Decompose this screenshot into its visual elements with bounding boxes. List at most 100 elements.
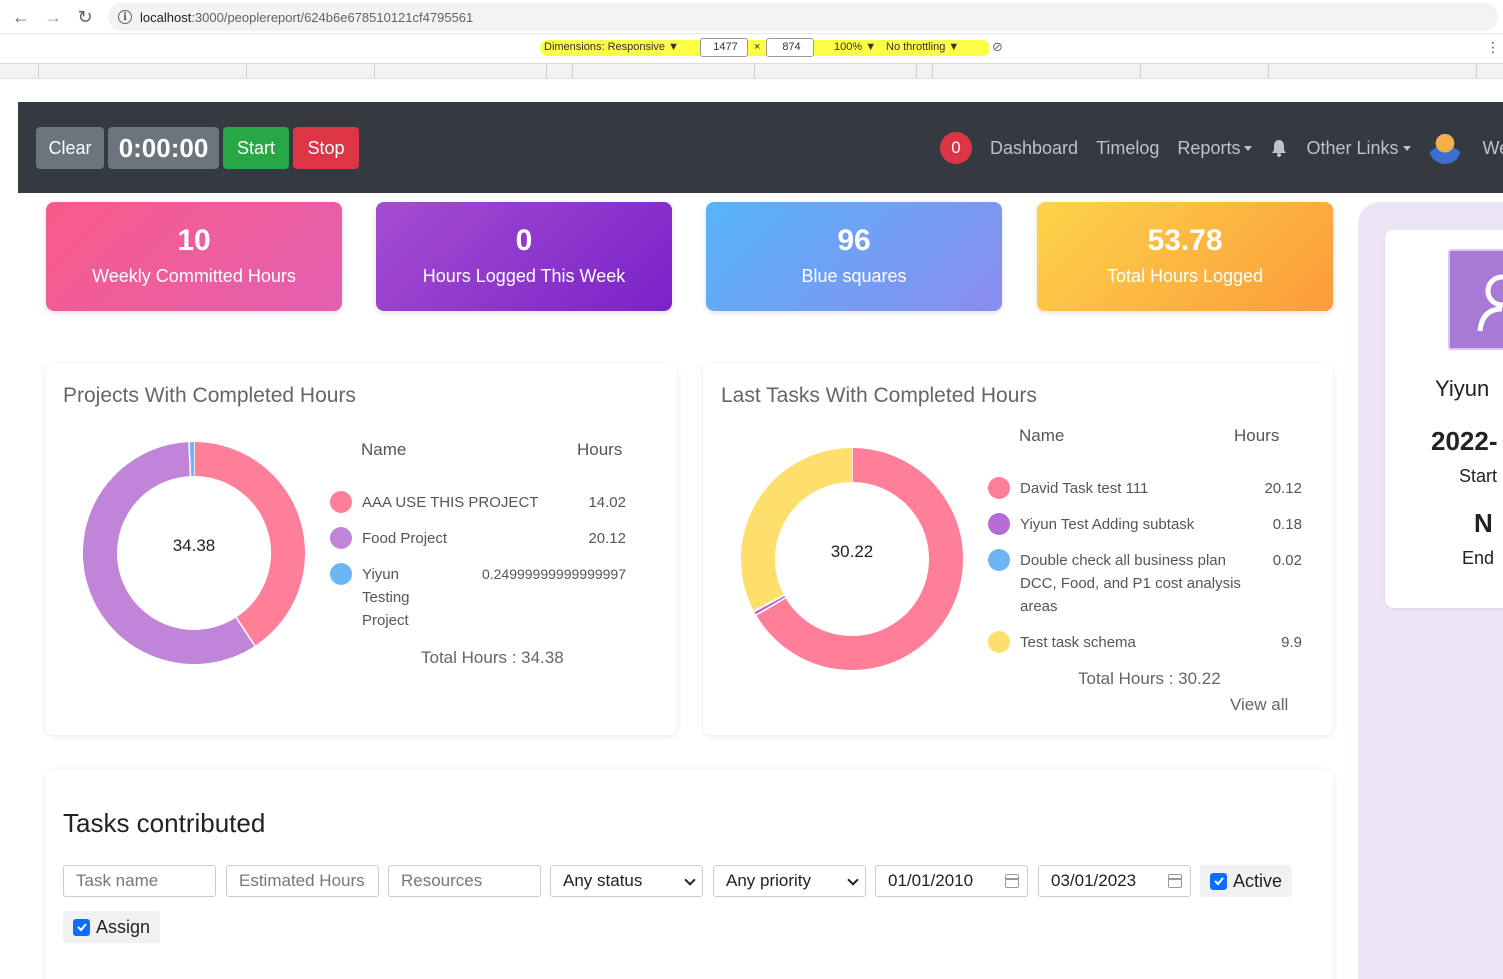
- height-input[interactable]: 874: [766, 38, 814, 57]
- to-date-value: 03/01/2023: [1051, 871, 1137, 890]
- legend-color-dot: [988, 631, 1010, 653]
- stop-button[interactable]: Stop: [293, 127, 359, 169]
- media-query-ruler[interactable]: [0, 63, 1503, 79]
- device-toolbar: Dimensions: Responsive ▼ 1477 × 874 100%…: [0, 36, 1503, 60]
- nav-welcome[interactable]: We: [1483, 138, 1503, 159]
- stat-label: Blue squares: [801, 266, 907, 286]
- end-label: End: [1462, 548, 1495, 568]
- checkbox-checked-icon[interactable]: [1210, 872, 1227, 890]
- clear-button[interactable]: Clear: [36, 127, 104, 169]
- legend-hours: 14.02: [588, 494, 626, 511]
- nav-links: 0 Dashboard Timelog Reports Other Links …: [940, 130, 1503, 166]
- reload-icon[interactable]: ↻: [70, 2, 100, 32]
- zoom-dropdown[interactable]: 100% ▼: [834, 41, 876, 53]
- assign-checkbox[interactable]: Assign: [63, 911, 161, 943]
- active-checkbox[interactable]: Active: [1200, 865, 1293, 897]
- nav-dashboard[interactable]: Dashboard: [990, 138, 1078, 159]
- donut-slice[interactable]: [741, 448, 853, 611]
- nav-other-links-label: Other Links: [1306, 137, 1399, 158]
- stat-hours-this-week: 0 Hours Logged This Week: [376, 202, 672, 311]
- projects-donut-center: 34.38: [172, 536, 216, 555]
- legend-color-dot: [988, 549, 1010, 571]
- legend-row: AAA USE THIS PROJECT 14.02: [330, 491, 626, 514]
- resources-input[interactable]: Resources: [388, 865, 541, 897]
- legend-row: Double check all business plan DCC, Food…: [988, 549, 1302, 618]
- legend-color-dot: [988, 477, 1010, 499]
- task-name-input[interactable]: Task name: [63, 865, 216, 897]
- estimated-hours-input[interactable]: Estimated Hours: [226, 865, 379, 897]
- to-date-input[interactable]: 03/01/2023: [1038, 865, 1191, 897]
- calendar-icon[interactable]: [1168, 874, 1182, 888]
- tasks-contributed-title: Tasks contributed: [63, 808, 266, 838]
- tasks-chart-card: Last Tasks With Completed Hours 30.22 Na…: [703, 364, 1333, 735]
- legend-row: Yiyun Testing Project 0.24999999999999997: [330, 563, 626, 632]
- legend-hours: 0.24999999999999997: [481, 566, 626, 582]
- legend-row: Test task schema 9.9: [988, 631, 1302, 654]
- stat-weekly-committed: 10 Weekly Committed Hours: [46, 202, 342, 311]
- nav-timelog[interactable]: Timelog: [1096, 138, 1159, 159]
- times-sign: ×: [754, 41, 761, 53]
- dimensions-dropdown[interactable]: Dimensions: Responsive ▼: [544, 41, 679, 53]
- legend-name: AAA USE THIS PROJECT: [362, 494, 539, 511]
- url-host: localhost: [140, 9, 192, 25]
- start-button[interactable]: Start: [223, 127, 289, 169]
- legend-color-dot: [330, 491, 352, 513]
- legend-hours: 20.12: [588, 530, 626, 547]
- avatar[interactable]: [1428, 132, 1461, 164]
- top-navbar: Clear 0:00:00 Start Stop 0 Dashboard Tim…: [18, 102, 1503, 193]
- legend-hours: 9.9: [1281, 634, 1302, 651]
- profile-photo: [1448, 249, 1503, 350]
- address-bar[interactable]: i localhost:3000/peoplereport/624b6e6785…: [108, 3, 1498, 31]
- status-select[interactable]: Any status: [550, 865, 703, 897]
- tasks-donut-center: 30.22: [830, 542, 874, 561]
- stat-value: 0: [515, 224, 533, 257]
- status-select-value: Any status: [563, 871, 643, 890]
- view-all-link[interactable]: View all: [1230, 695, 1288, 715]
- chevron-down-icon: [684, 874, 696, 886]
- width-input[interactable]: 1477: [700, 38, 748, 57]
- stat-label: Weekly Committed Hours: [92, 266, 296, 286]
- priority-select-value: Any priority: [726, 871, 812, 890]
- from-date-input[interactable]: 01/01/2010: [875, 865, 1028, 897]
- calendar-icon[interactable]: [1005, 874, 1019, 888]
- stat-label: Total Hours Logged: [1106, 266, 1264, 286]
- back-icon[interactable]: ←: [6, 2, 36, 32]
- rotate-icon[interactable]: ⊘: [992, 39, 1003, 55]
- tasks-contributed-card: Tasks contributed Task name Estimated Ho…: [45, 770, 1333, 979]
- legend-name: Test task schema: [1020, 634, 1136, 651]
- app-viewport: Clear 0:00:00 Start Stop 0 Dashboard Tim…: [18, 102, 1503, 979]
- active-label: Active: [1233, 870, 1283, 891]
- legend-name: David Task test 111: [1020, 480, 1149, 497]
- legend-name: Yiyun Test Adding subtask: [1020, 516, 1195, 533]
- forward-icon[interactable]: →: [38, 2, 68, 32]
- legend-header-name: Name: [361, 440, 407, 459]
- legend-header-name: Name: [1019, 426, 1065, 445]
- from-date-value: 01/01/2010: [888, 871, 974, 890]
- nav-other-links[interactable]: Other Links: [1306, 137, 1411, 159]
- priority-select[interactable]: Any priority: [713, 865, 866, 897]
- timer-display: 0:00:00: [108, 127, 219, 169]
- nav-reports[interactable]: Reports: [1177, 138, 1253, 159]
- stat-value: 10: [177, 224, 211, 257]
- throttling-dropdown[interactable]: No throttling ▼: [886, 41, 959, 53]
- legend-row: David Task test 111 20.12: [988, 477, 1302, 500]
- url-path: :3000/peoplereport/624b6e678510121cf4795…: [191, 9, 474, 25]
- legend-row: Yiyun Test Adding subtask 0.18: [988, 513, 1302, 536]
- profile-end-value: N: [1474, 508, 1493, 538]
- checkbox-checked-icon[interactable]: [73, 918, 90, 936]
- legend-hours: 20.12: [1264, 480, 1302, 497]
- info-icon[interactable]: i: [118, 10, 132, 24]
- profile-start-date: 2022-: [1431, 426, 1498, 456]
- legend-name: Double check all business plan DCC, Food…: [1020, 552, 1241, 615]
- chevron-down-icon: [1402, 146, 1411, 152]
- chevron-down-icon: [847, 874, 859, 886]
- bell-icon[interactable]: [1270, 138, 1288, 158]
- stat-blue-squares: 96 Blue squares: [706, 202, 1002, 311]
- legend-row: Food Project 20.12: [330, 527, 626, 550]
- tasks-chart-title: Last Tasks With Completed Hours: [721, 384, 1037, 407]
- legend-color-dot: [330, 527, 352, 549]
- legend-color-dot: [988, 513, 1010, 535]
- legend-name: Yiyun Testing Project: [362, 566, 410, 629]
- notification-count-badge[interactable]: 0: [940, 132, 972, 164]
- more-options-icon[interactable]: ⋮: [1486, 39, 1500, 56]
